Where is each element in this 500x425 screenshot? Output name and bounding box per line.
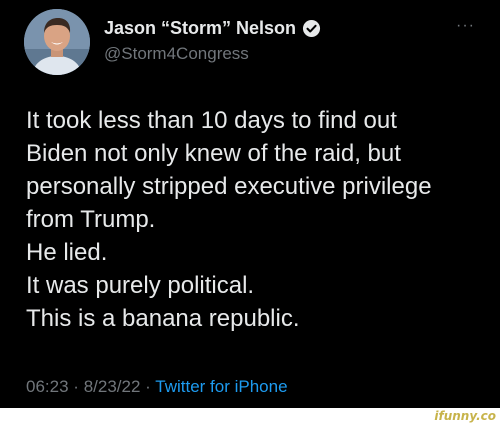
tweet-time[interactable]: 06:23 <box>26 377 69 396</box>
tweet-date[interactable]: 8/23/22 <box>84 377 141 396</box>
tweet-source-link[interactable]: Twitter for iPhone <box>155 377 287 396</box>
avatar-image <box>24 9 90 75</box>
meta-separator: · <box>73 377 79 396</box>
verified-badge-icon <box>302 19 321 38</box>
more-options-icon[interactable]: ··· <box>456 17 475 35</box>
ifunny-watermark: ifunny.co <box>434 409 496 423</box>
tweet-card: Jason “Storm” Nelson @Storm4Congress ···… <box>0 0 500 408</box>
watermark-bar: ifunny.co <box>0 408 500 425</box>
tweet-meta: 06:23 · 8/23/22 · Twitter for iPhone <box>26 377 288 397</box>
tweet-line: from Trump. <box>26 206 156 233</box>
tweet-line: Biden not only knew of the raid, but <box>26 140 401 167</box>
tweet-text: It took less than 10 days to find out Bi… <box>26 104 486 335</box>
author-handle[interactable]: @Storm4Congress <box>104 44 249 64</box>
avatar[interactable] <box>24 9 90 75</box>
author-display-name[interactable]: Jason “Storm” Nelson <box>104 18 296 39</box>
tweet-line: It was purely political. <box>26 272 255 299</box>
meta-separator: · <box>145 377 151 396</box>
tweet-line: It took less than 10 days to find out <box>26 107 397 134</box>
author-name-row[interactable]: Jason “Storm” Nelson <box>104 18 321 39</box>
tweet-line: He lied. <box>26 239 108 266</box>
tweet-line: personally stripped executive privilege <box>26 173 432 200</box>
tweet-line: This is a banana republic. <box>26 305 300 332</box>
